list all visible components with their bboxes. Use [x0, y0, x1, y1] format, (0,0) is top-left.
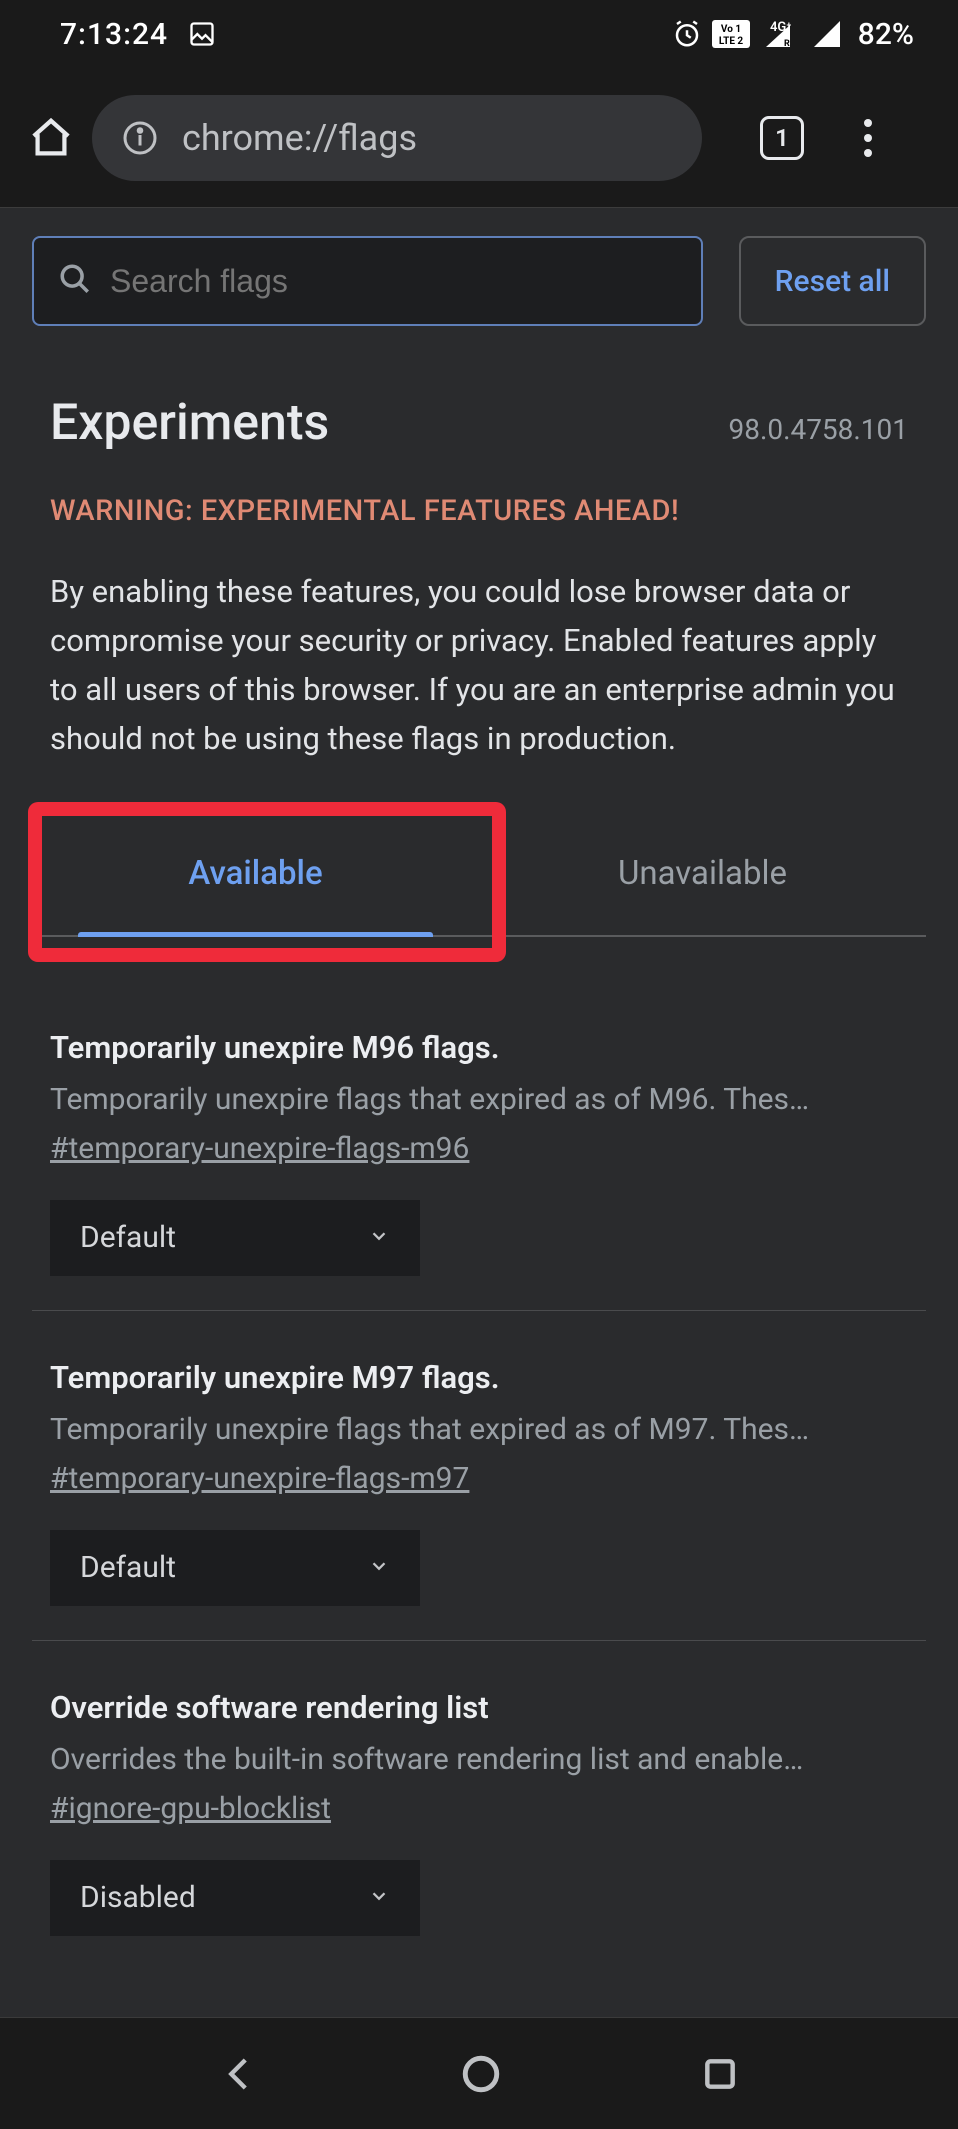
system-nav-bar	[0, 2017, 958, 2129]
flag-hash-link[interactable]: #ignore-gpu-blocklist	[50, 1791, 331, 1826]
search-input[interactable]	[110, 263, 677, 300]
search-icon	[58, 262, 92, 300]
chevron-down-icon	[368, 1220, 390, 1255]
flag-description: Overrides the built-in software renderin…	[50, 1742, 908, 1777]
url-text: chrome://flags	[182, 117, 417, 159]
flag-description: Temporarily unexpire flags that expired …	[50, 1412, 908, 1447]
flag-value: Default	[80, 1550, 176, 1585]
battery-percent: 82%	[858, 17, 914, 52]
flag-title: Temporarily unexpire M96 flags.	[50, 1029, 908, 1066]
alarm-icon	[672, 19, 702, 49]
warning-heading: WARNING: EXPERIMENTAL FEATURES AHEAD!	[50, 494, 908, 528]
flag-title: Temporarily unexpire M97 flags.	[50, 1359, 908, 1396]
signal-4g-icon: 4G⁺R	[760, 19, 802, 49]
chevron-down-icon	[368, 1550, 390, 1585]
search-flags-box[interactable]	[32, 236, 703, 326]
flag-hash-link[interactable]: #temporary-unexpire-flags-m96	[50, 1131, 469, 1166]
flag-dropdown[interactable]: Default	[50, 1200, 420, 1276]
home-button[interactable]	[28, 115, 74, 161]
browser-toolbar: chrome://flags 1	[0, 68, 958, 208]
status-time: 7:13:24	[60, 17, 168, 52]
volte-icon: Vo 1LTE 2	[712, 20, 750, 48]
flag-dropdown[interactable]: Disabled	[50, 1860, 420, 1936]
tab-unavailable[interactable]: Unavailable	[479, 808, 926, 935]
info-icon	[122, 120, 158, 156]
warning-body: By enabling these features, you could lo…	[50, 568, 908, 764]
image-icon	[188, 20, 216, 48]
status-bar: 7:13:24 Vo 1LTE 2 4G⁺R 82%	[0, 0, 958, 68]
address-bar[interactable]: chrome://flags	[92, 95, 702, 181]
flag-value: Disabled	[80, 1880, 196, 1915]
tabs: Available Unavailable	[32, 808, 926, 937]
tab-count: 1	[775, 124, 789, 152]
recents-button[interactable]	[701, 2055, 739, 2093]
flag-item: Temporarily unexpire M97 flags. Temporar…	[32, 1311, 926, 1641]
flag-item: Override software rendering list Overrid…	[32, 1641, 926, 1970]
flag-description: Temporarily unexpire flags that expired …	[50, 1082, 908, 1117]
chrome-version: 98.0.4758.101	[728, 413, 908, 446]
flags-page: Reset all Experiments 98.0.4758.101 WARN…	[0, 208, 958, 1970]
svg-text:Vo 1: Vo 1	[721, 24, 741, 35]
signal-icon	[812, 19, 842, 49]
flag-dropdown[interactable]: Default	[50, 1530, 420, 1606]
flag-value: Default	[80, 1220, 176, 1255]
back-button[interactable]	[219, 2053, 261, 2095]
chevron-down-icon	[368, 1880, 390, 1915]
tab-available[interactable]: Available	[32, 808, 479, 935]
flag-hash-link[interactable]: #temporary-unexpire-flags-m97	[50, 1461, 469, 1496]
flag-title: Override software rendering list	[50, 1689, 908, 1726]
svg-text:LTE 2: LTE 2	[719, 36, 744, 47]
svg-text:R: R	[784, 39, 790, 49]
page-title: Experiments	[50, 394, 329, 452]
flag-item: Temporarily unexpire M96 flags. Temporar…	[32, 981, 926, 1311]
tab-switcher-button[interactable]: 1	[760, 116, 804, 160]
reset-all-button[interactable]: Reset all	[739, 236, 926, 326]
home-nav-button[interactable]	[460, 2053, 502, 2095]
overflow-menu-button[interactable]	[848, 119, 888, 157]
